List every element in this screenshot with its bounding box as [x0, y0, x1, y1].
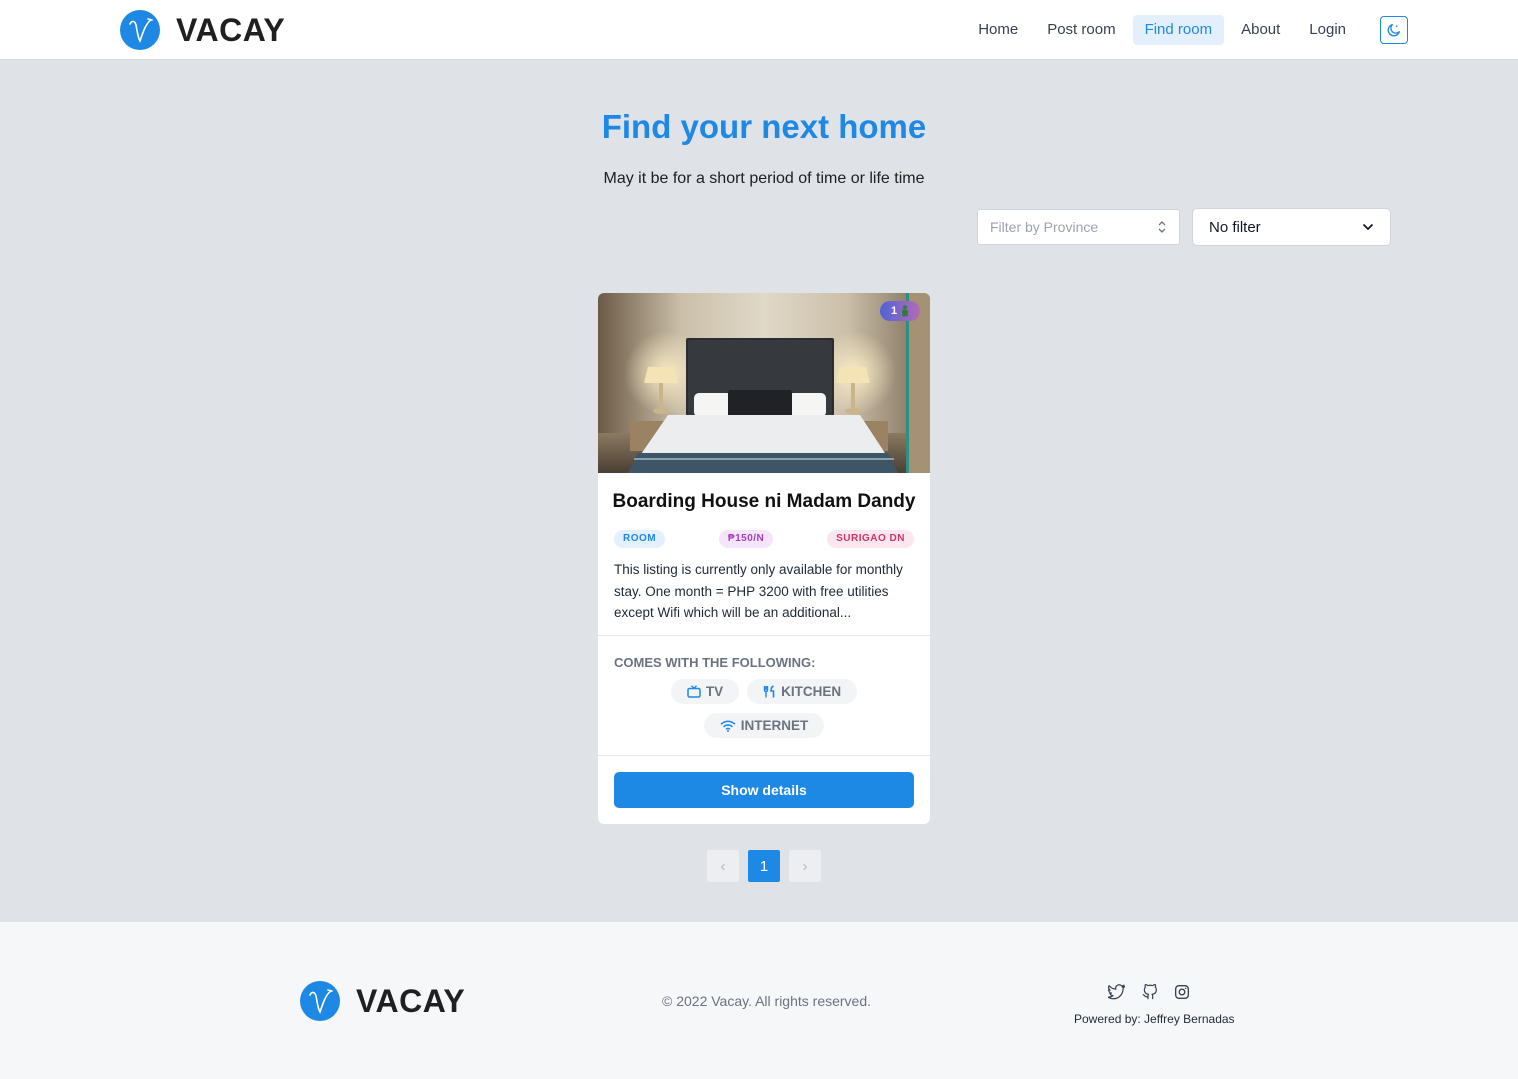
location-badge: SURIGAO DN: [827, 530, 914, 548]
footer-brand[interactable]: VACAY: [300, 981, 465, 1021]
listing-title: Boarding House ni Madam Dandy: [612, 491, 916, 512]
twitter-icon[interactable]: [1107, 984, 1126, 1005]
person-icon: [902, 305, 908, 317]
amenity-tv-label: TV: [705, 684, 724, 699]
price-badge: ₱150/N: [718, 530, 774, 548]
social-links: [1107, 983, 1190, 1005]
type-badge: ROOM: [614, 530, 666, 548]
github-icon[interactable]: [1142, 983, 1158, 1005]
nav-about[interactable]: About: [1229, 15, 1292, 45]
amenity-kitchen: KITCHEN: [747, 679, 858, 704]
brand-name: VACAY: [176, 11, 286, 48]
nav-home[interactable]: Home: [966, 15, 1030, 45]
chevron-down-icon: [1362, 223, 1374, 231]
next-page-button[interactable]: ›: [789, 850, 821, 882]
occupancy-count: 1: [890, 305, 898, 317]
amenities-row-2: INTERNET: [598, 713, 930, 738]
utensils-icon: [763, 685, 775, 698]
powered-by-text: Powered by: Jeffrey Bernadas: [1074, 1012, 1235, 1026]
footer-brand-name: VACAY: [356, 982, 466, 1019]
nav-login[interactable]: Login: [1297, 15, 1358, 45]
listing-photo: 1: [598, 293, 930, 473]
page-title: Find your next home: [601, 108, 927, 145]
amenity-internet: INTERNET: [703, 713, 825, 738]
brand-logo[interactable]: VACAY: [120, 10, 285, 50]
amenity-internet-label: INTERNET: [740, 718, 809, 733]
divider: [598, 635, 930, 636]
up-down-chevron-icon: [1158, 221, 1166, 233]
divider: [598, 755, 930, 756]
listing-card: 1 Boarding House ni Madam Dandy ROOM ₱15…: [598, 293, 930, 824]
listing-description: This listing is currently only available…: [614, 562, 903, 620]
amenity-tv: TV: [670, 679, 740, 704]
province-filter-input[interactable]: Filter by Province: [977, 209, 1180, 245]
instagram-icon[interactable]: [1174, 984, 1190, 1005]
vacay-logo-icon: [300, 981, 340, 1021]
nav-post-room[interactable]: Post room: [1035, 15, 1127, 45]
filter-select[interactable]: No filter: [1192, 208, 1391, 246]
filter-select-value: No filter: [1209, 218, 1261, 236]
province-filter-placeholder: Filter by Province: [990, 219, 1099, 235]
listing-tags: ROOM ₱150/N SURIGAO DN: [598, 530, 930, 548]
page-subtitle: May it be for a short period of time or …: [603, 170, 925, 187]
page-1-button[interactable]: 1: [748, 850, 780, 882]
wifi-icon: [720, 720, 736, 732]
nav-links: Home Post room Find room About Login: [961, 15, 1358, 45]
footer: VACAY © 2022 Vacay. All rights reserved.…: [0, 922, 1518, 1079]
tv-icon: [687, 685, 701, 698]
occupancy-badge: 1: [880, 301, 920, 321]
nav-find-room[interactable]: Find room: [1132, 15, 1225, 45]
navbar: VACAY Home Post room Find room About Log…: [0, 0, 1518, 60]
pagination: ‹ 1 ›: [707, 850, 821, 882]
show-details-button[interactable]: Show details: [614, 772, 914, 808]
moon-icon: [1387, 24, 1400, 37]
amenity-kitchen-label: KITCHEN: [781, 684, 842, 699]
theme-toggle-button[interactable]: [1380, 16, 1408, 44]
amenities-title: COMES WITH THE FOLLOWING:: [614, 655, 816, 670]
amenities-row: TV KITCHEN: [598, 679, 930, 704]
prev-page-button[interactable]: ‹: [707, 850, 739, 882]
copyright-text: © 2022 Vacay. All rights reserved.: [662, 993, 872, 1009]
vacay-logo-icon: [120, 10, 160, 50]
